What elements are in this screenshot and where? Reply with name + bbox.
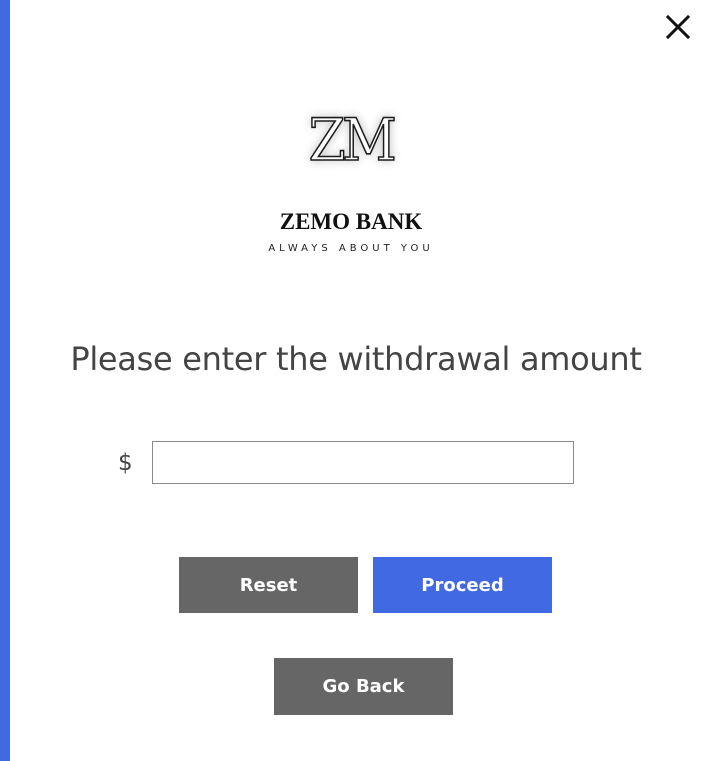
close-button[interactable] bbox=[660, 8, 696, 46]
withdrawal-amount-input[interactable] bbox=[152, 441, 574, 484]
reset-button[interactable]: Reset bbox=[179, 557, 358, 613]
bank-name: ZEMO BANK bbox=[279, 209, 423, 234]
logo-monogram: ZM bbox=[308, 106, 397, 174]
currency-symbol: $ bbox=[118, 450, 133, 476]
bank-tagline: ALWAYS ABOUT YOU bbox=[268, 243, 434, 254]
close-icon bbox=[665, 14, 691, 40]
bank-logo: ZM bbox=[0, 106, 702, 174]
go-back-button[interactable]: Go Back bbox=[274, 658, 453, 715]
proceed-button[interactable]: Proceed bbox=[373, 557, 552, 613]
withdrawal-prompt: Please enter the withdrawal amount bbox=[70, 340, 642, 378]
